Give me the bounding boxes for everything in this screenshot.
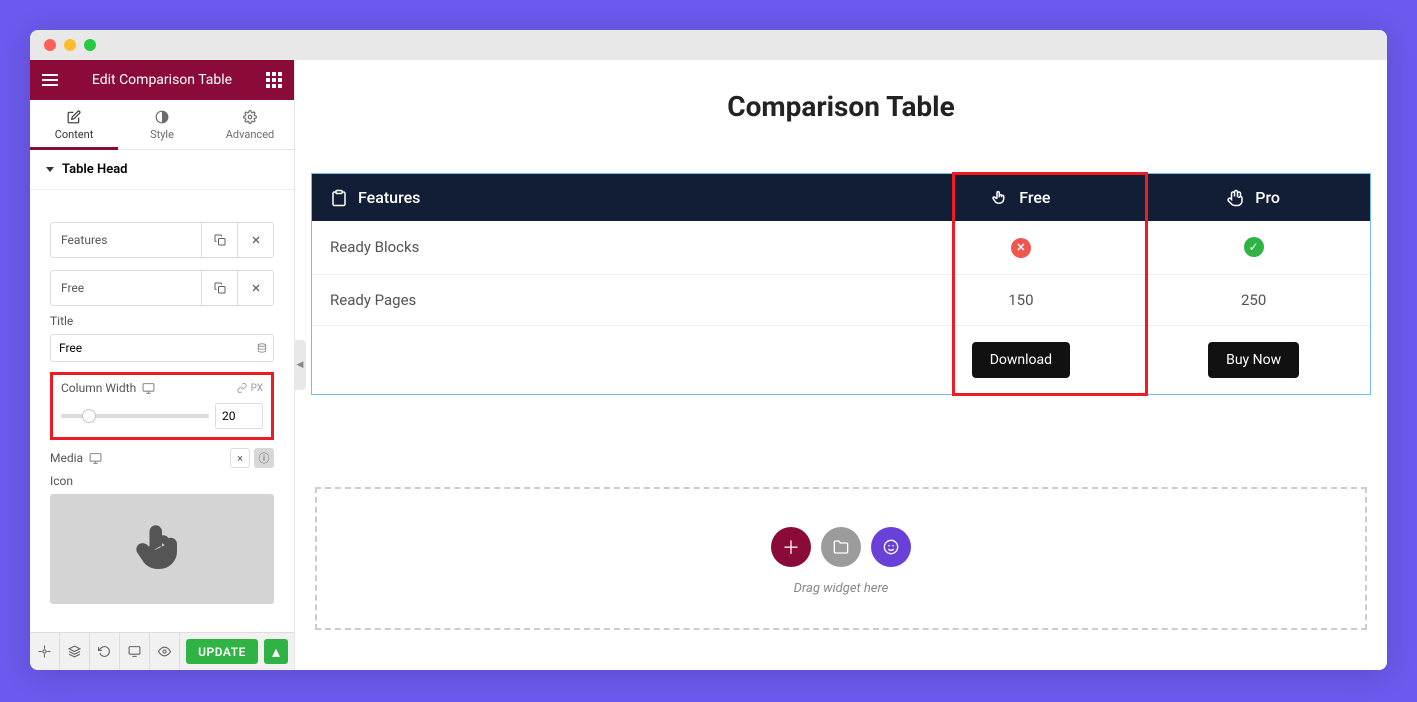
column-width-highlight: Column Width PX (50, 372, 274, 440)
clipboard-icon (330, 189, 348, 207)
table-row: Ready Pages 150 250 (312, 274, 1370, 325)
dynamic-button[interactable] (250, 334, 274, 362)
add-template-button[interactable] (821, 527, 861, 567)
apps-icon[interactable] (266, 72, 282, 88)
gear-icon (243, 110, 257, 124)
desktop-icon[interactable] (142, 382, 155, 395)
tab-content-label: Content (55, 128, 94, 141)
check-icon: ✓ (1244, 237, 1264, 257)
sidebar-tabs: Content Style Advanced (30, 100, 294, 150)
mac-titlebar (30, 30, 1387, 60)
comparison-table-widget[interactable]: Features Free Pro (311, 173, 1371, 395)
media-info-button[interactable]: ⓘ (254, 448, 274, 468)
cell-free: 150 (904, 274, 1137, 325)
minimize-window-button[interactable] (64, 39, 76, 51)
tab-style[interactable]: Style (118, 100, 206, 149)
tab-advanced-label: Advanced (226, 128, 274, 141)
add-section-button[interactable]: ＋ (771, 527, 811, 567)
column-width-slider[interactable] (61, 414, 209, 418)
section-table-head[interactable]: Table Head (30, 150, 294, 190)
pointer-icon (132, 519, 192, 579)
update-options-button[interactable]: ▴ (264, 639, 288, 664)
column-item-label: Free (51, 271, 201, 305)
comparison-table: Features Free Pro (312, 174, 1370, 394)
section-label: Table Head (62, 162, 128, 177)
media-label: Media (50, 451, 83, 465)
pointer-icon (991, 189, 1009, 207)
app-window: Edit Comparison Table Content Style Adva… (30, 30, 1387, 670)
table-row: Download Buy Now (312, 325, 1370, 394)
update-button[interactable]: UPDATE (186, 639, 258, 664)
th-label: Pro (1255, 188, 1280, 207)
editor-sidebar: Edit Comparison Table Content Style Adva… (30, 60, 295, 670)
preview-button[interactable] (150, 633, 180, 670)
hand-icon (1227, 189, 1245, 207)
folder-icon (833, 539, 849, 555)
download-button[interactable]: Download (972, 342, 1070, 378)
buy-now-button[interactable]: Buy Now (1208, 342, 1299, 378)
duplicate-button[interactable] (201, 271, 237, 305)
face-icon (883, 539, 899, 555)
history-button[interactable] (90, 633, 120, 670)
remove-button[interactable] (237, 271, 273, 305)
close-window-button[interactable] (44, 39, 56, 51)
th-label: Features (358, 188, 420, 207)
cell-feature: Ready Blocks (312, 221, 904, 274)
tab-style-label: Style (150, 128, 174, 141)
th-features: Features (312, 174, 904, 221)
drop-hint: Drag widget here (337, 581, 1345, 596)
sidebar-title: Edit Comparison Table (92, 72, 232, 88)
caret-down-icon (46, 167, 54, 172)
column-width-input[interactable] (215, 403, 263, 429)
unit-px[interactable]: PX (251, 383, 263, 394)
clear-media-button[interactable]: × (230, 448, 250, 468)
page-title: Comparison Table (305, 90, 1377, 123)
navigator-button[interactable] (60, 633, 90, 670)
tab-content[interactable]: Content (30, 100, 118, 149)
th-label: Free (1019, 188, 1050, 207)
column-item-features[interactable]: Features (50, 222, 274, 258)
icon-label: Icon (50, 474, 274, 488)
slider-thumb[interactable] (82, 409, 96, 423)
canvas: Comparison Table Features Free (295, 60, 1387, 670)
remove-button[interactable] (237, 223, 273, 257)
pencil-icon (67, 110, 81, 124)
icon-picker[interactable] (50, 494, 274, 604)
title-input[interactable] (50, 334, 250, 362)
collapse-sidebar-button[interactable]: ◀ (294, 340, 306, 390)
title-label: Title (50, 314, 274, 328)
cell-pro: Buy Now (1137, 325, 1370, 394)
cell-free: ✕ (904, 221, 1137, 274)
panel-body: Features Free Title C (30, 190, 294, 632)
cell-free: Download (904, 325, 1137, 394)
menu-icon[interactable] (42, 74, 58, 86)
maximize-window-button[interactable] (84, 39, 96, 51)
cell-feature: Ready Pages (312, 274, 904, 325)
column-item-label: Features (51, 223, 201, 257)
cell-pro: 250 (1137, 274, 1370, 325)
cell-pro: ✓ (1137, 221, 1370, 274)
x-icon: ✕ (1011, 238, 1031, 258)
th-free: Free (904, 174, 1137, 221)
drop-zone[interactable]: ＋ Drag widget here (315, 487, 1367, 630)
column-width-label: Column Width (61, 381, 136, 395)
desktop-icon[interactable] (89, 452, 102, 465)
settings-button[interactable] (30, 633, 60, 670)
column-item-free[interactable]: Free (50, 270, 274, 306)
link-icon[interactable] (237, 383, 247, 393)
cell-feature (312, 325, 904, 394)
sidebar-footer: UPDATE ▴ (30, 632, 294, 670)
sidebar-header: Edit Comparison Table (30, 60, 294, 100)
tab-advanced[interactable]: Advanced (206, 100, 294, 149)
add-global-button[interactable] (871, 527, 911, 567)
responsive-button[interactable] (120, 633, 150, 670)
th-pro: Pro (1137, 174, 1370, 221)
contrast-icon (155, 110, 169, 124)
table-row: Ready Blocks ✕ ✓ (312, 221, 1370, 274)
duplicate-button[interactable] (201, 223, 237, 257)
